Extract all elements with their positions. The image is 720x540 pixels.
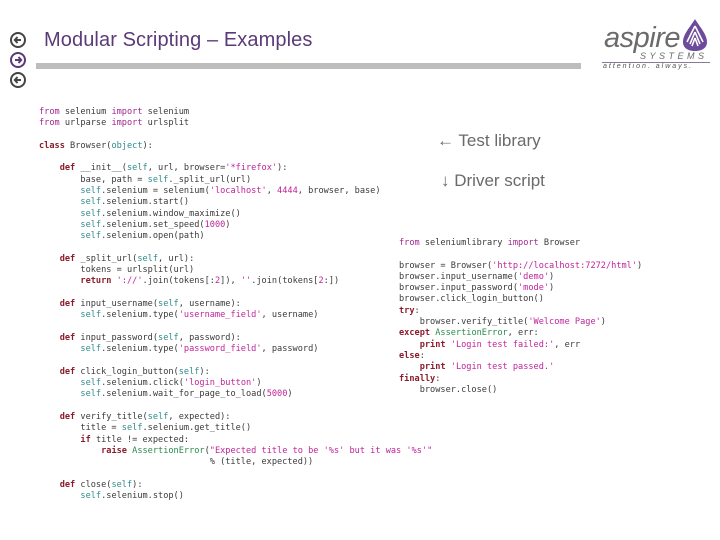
logo-tagline: attention. always. [603, 63, 694, 70]
code-line: browser.click_login_button() [399, 294, 544, 305]
driver-script-code: from seleniumlibrary import Browser brow… [399, 238, 642, 396]
code-line: def click_login_button(self): [59, 366, 210, 377]
code-line: if title != expected: [80, 434, 190, 445]
code-line: def _split_url(self, url): [59, 253, 195, 264]
code-line: def verify_title(self, expected): [59, 412, 231, 423]
code-line: tokens = urlsplit(url) [39, 265, 195, 276]
code-line: browser.verify_title('Welcome Page') [399, 317, 606, 328]
test-library-code: from selenium import selenium from urlpa… [39, 107, 432, 502]
forward-arrow-icon[interactable] [10, 52, 26, 68]
logo-mark-icon [683, 19, 707, 51]
code-line: self.selenium.wait_for_page_to_load(5000… [80, 389, 293, 400]
code-line: def close(self): [59, 479, 143, 490]
code-line: class Browser(object): [39, 140, 153, 151]
code-line: def input_password(self, password): [59, 332, 241, 343]
code-line: % (title, expected)) [39, 457, 314, 468]
code-line: from selenium import selenium [39, 107, 190, 117]
code-line: from seleniumlibrary import Browser [399, 238, 581, 248]
code-line: else: [399, 350, 425, 361]
code-line: self.selenium.start() [80, 197, 190, 208]
slide-nav-icons [10, 32, 28, 92]
code-line: try: [399, 305, 420, 316]
test-library-annotation: ← Test library [437, 131, 541, 150]
code-line: print 'Login test passed.' [419, 362, 555, 373]
slide-title: Modular Scripting – Examples [44, 29, 313, 51]
code-line: browser.input_username('demo') [399, 271, 555, 282]
code-line: raise AssertionError("Expected title to … [101, 445, 433, 456]
code-line: def __init__(self, url, browser='*firefo… [59, 163, 288, 174]
code-line: self.selenium.set_speed(1000) [80, 219, 231, 230]
code-line: self.selenium.open(path) [80, 231, 205, 242]
code-line: base, path = self._split_url(url) [39, 174, 252, 185]
back-arrow-icon[interactable] [10, 32, 26, 48]
code-line: self.selenium.stop() [80, 491, 184, 502]
code-line: self.selenium.type('password_field', pas… [80, 344, 319, 355]
code-line: def input_username(self, username): [59, 299, 241, 310]
company-logo: aspire SYSTEMS attention. always. [600, 18, 715, 70]
logo-wordmark: aspire [604, 22, 681, 54]
code-line: from urlparse import urlsplit [39, 118, 190, 129]
code-line: self.selenium.type('username_field', use… [80, 310, 319, 321]
logo-subtitle: SYSTEMS [640, 51, 708, 61]
code-line: return '://'.join(tokens[:2]), ''.join(t… [80, 276, 340, 287]
code-line: self.selenium.window_maximize() [80, 208, 241, 219]
code-line: print 'Login test failed:', err [419, 339, 581, 350]
back-arrow-icon[interactable] [10, 72, 26, 88]
code-line: browser.close() [399, 384, 498, 395]
code-line: except AssertionError, err: [399, 328, 539, 339]
title-divider [36, 63, 581, 69]
code-line: browser.input_password('mode') [399, 283, 555, 294]
code-line: finally: [399, 373, 441, 384]
driver-script-annotation: ↓ Driver script [441, 171, 545, 190]
code-line: self.selenium = selenium('localhost', 44… [80, 186, 381, 197]
code-line: browser = Browser('http://localhost:7272… [399, 260, 643, 271]
code-line: self.selenium.click('login_button') [80, 378, 262, 389]
code-line: title = self.selenium.get_title() [39, 423, 252, 434]
